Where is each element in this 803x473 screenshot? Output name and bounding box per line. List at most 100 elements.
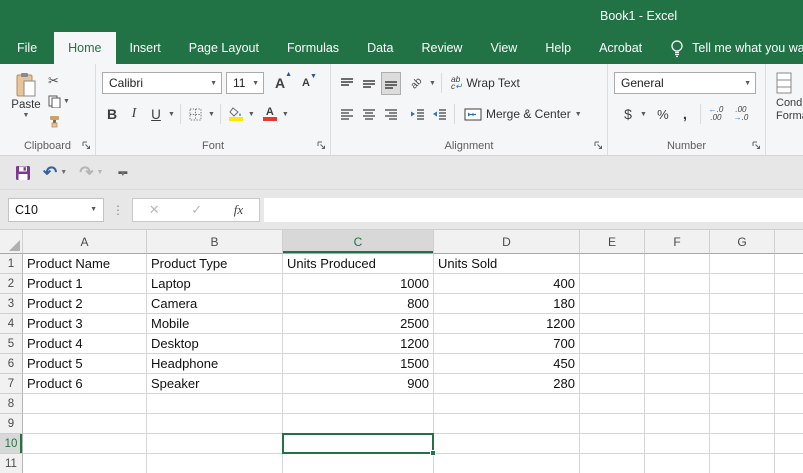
column-header-A[interactable]: A bbox=[23, 230, 147, 254]
cell-F5[interactable] bbox=[645, 334, 710, 354]
cell-D11[interactable] bbox=[434, 454, 580, 473]
cell-A2[interactable]: Product 1 bbox=[23, 274, 147, 294]
cell-A8[interactable] bbox=[23, 394, 147, 414]
increase-indent-button[interactable] bbox=[429, 103, 449, 126]
cell-C7[interactable]: 900 bbox=[283, 374, 434, 394]
comma-style-button[interactable]: , bbox=[675, 103, 695, 126]
cell-F8[interactable] bbox=[645, 394, 710, 414]
percent-style-button[interactable]: % bbox=[653, 103, 673, 126]
decrease-font-size-button[interactable]: A ▼ bbox=[296, 72, 316, 95]
clipboard-dialog-launcher-icon[interactable] bbox=[81, 140, 92, 151]
cell-E9[interactable] bbox=[580, 414, 645, 434]
row-header-8[interactable]: 8 bbox=[0, 394, 23, 414]
align-right-button[interactable] bbox=[381, 103, 401, 126]
enter-icon[interactable]: ✓ bbox=[191, 202, 202, 218]
cell-partial-7[interactable] bbox=[775, 374, 803, 394]
tab-acrobat[interactable]: Acrobat bbox=[585, 32, 656, 64]
italic-button[interactable]: I bbox=[124, 103, 144, 126]
cell-partial-5[interactable] bbox=[775, 334, 803, 354]
tab-data[interactable]: Data bbox=[353, 32, 407, 64]
decrease-indent-button[interactable] bbox=[407, 103, 427, 126]
cell-A7[interactable]: Product 6 bbox=[23, 374, 147, 394]
cell-B8[interactable] bbox=[147, 394, 283, 414]
cell-B10[interactable] bbox=[147, 434, 283, 454]
cell-E11[interactable] bbox=[580, 454, 645, 473]
cell-C10[interactable] bbox=[283, 434, 434, 454]
font-color-button[interactable]: A bbox=[260, 103, 280, 126]
font-size-combo[interactable]: 11 ▼ bbox=[226, 72, 264, 94]
row-header-7[interactable]: 7 bbox=[0, 374, 23, 394]
borders-button[interactable] bbox=[186, 103, 206, 126]
cell-partial-8[interactable] bbox=[775, 394, 803, 414]
tab-page-layout[interactable]: Page Layout bbox=[175, 32, 273, 64]
column-header-E[interactable]: E bbox=[580, 230, 645, 254]
cell-D4[interactable]: 1200 bbox=[434, 314, 580, 334]
cell-partial-11[interactable] bbox=[775, 454, 803, 473]
cell-D8[interactable] bbox=[434, 394, 580, 414]
tab-formulas[interactable]: Formulas bbox=[273, 32, 353, 64]
cell-G3[interactable] bbox=[710, 294, 775, 314]
tab-help[interactable]: Help bbox=[531, 32, 585, 64]
bold-button[interactable]: B bbox=[102, 103, 122, 126]
row-header-6[interactable]: 6 bbox=[0, 354, 23, 374]
tab-file[interactable]: File bbox=[0, 32, 54, 64]
cell-F4[interactable] bbox=[645, 314, 710, 334]
cell-G2[interactable] bbox=[710, 274, 775, 294]
redo-button[interactable]: ↷ ▼ bbox=[76, 161, 106, 185]
align-bottom-button[interactable] bbox=[381, 72, 401, 95]
cell-F11[interactable] bbox=[645, 454, 710, 473]
cell-A9[interactable] bbox=[23, 414, 147, 434]
align-center-button[interactable] bbox=[359, 103, 379, 126]
cell-partial-4[interactable] bbox=[775, 314, 803, 334]
tab-view[interactable]: View bbox=[476, 32, 531, 64]
cell-A5[interactable]: Product 4 bbox=[23, 334, 147, 354]
increase-decimal-button[interactable]: ←.0.00 bbox=[706, 103, 726, 126]
column-header-G[interactable]: G bbox=[710, 230, 775, 254]
number-format-combo[interactable]: General ▼ bbox=[614, 72, 756, 94]
cell-B4[interactable]: Mobile bbox=[147, 314, 283, 334]
cell-G6[interactable] bbox=[710, 354, 775, 374]
row-header-4[interactable]: 4 bbox=[0, 314, 23, 334]
tab-insert[interactable]: Insert bbox=[116, 32, 175, 64]
name-box[interactable]: C10 ▼ bbox=[8, 198, 104, 222]
cell-A3[interactable]: Product 2 bbox=[23, 294, 147, 314]
cut-button[interactable]: ✂ bbox=[48, 72, 70, 90]
cell-D9[interactable] bbox=[434, 414, 580, 434]
cell-E2[interactable] bbox=[580, 274, 645, 294]
tell-me-box[interactable]: Tell me what you want to bbox=[670, 32, 803, 64]
cell-G7[interactable] bbox=[710, 374, 775, 394]
cell-C1[interactable]: Units Produced bbox=[283, 254, 434, 274]
save-button[interactable] bbox=[12, 161, 34, 185]
row-header-1[interactable]: 1 bbox=[0, 254, 23, 274]
cell-G11[interactable] bbox=[710, 454, 775, 473]
align-left-button[interactable] bbox=[337, 103, 357, 126]
cell-partial-1[interactable] bbox=[775, 254, 803, 274]
row-header-2[interactable]: 2 bbox=[0, 274, 23, 294]
formula-input[interactable] bbox=[264, 198, 803, 222]
cell-C6[interactable]: 1500 bbox=[283, 354, 434, 374]
cell-D6[interactable]: 450 bbox=[434, 354, 580, 374]
insert-function-icon[interactable]: fx bbox=[234, 202, 243, 218]
merge-center-button[interactable]: Merge & Center ▼ bbox=[460, 103, 586, 126]
column-header-F[interactable]: F bbox=[645, 230, 710, 254]
cell-E8[interactable] bbox=[580, 394, 645, 414]
cell-A6[interactable]: Product 5 bbox=[23, 354, 147, 374]
copy-button[interactable]: ▼ bbox=[48, 92, 70, 110]
underline-button[interactable]: U bbox=[146, 103, 166, 126]
cell-D1[interactable]: Units Sold bbox=[434, 254, 580, 274]
cell-E5[interactable] bbox=[580, 334, 645, 354]
cell-partial-2[interactable] bbox=[775, 274, 803, 294]
alignment-dialog-launcher-icon[interactable] bbox=[593, 140, 604, 151]
cell-E1[interactable] bbox=[580, 254, 645, 274]
cell-C5[interactable]: 1200 bbox=[283, 334, 434, 354]
cell-B11[interactable] bbox=[147, 454, 283, 473]
cancel-icon[interactable]: ✕ bbox=[149, 202, 160, 218]
cell-G8[interactable] bbox=[710, 394, 775, 414]
cell-A4[interactable]: Product 3 bbox=[23, 314, 147, 334]
cell-A11[interactable] bbox=[23, 454, 147, 473]
increase-font-size-button[interactable]: A ▲ bbox=[270, 72, 290, 95]
cell-C11[interactable] bbox=[283, 454, 434, 473]
format-painter-button[interactable] bbox=[48, 112, 70, 130]
cell-G4[interactable] bbox=[710, 314, 775, 334]
select-all-corner[interactable] bbox=[0, 230, 23, 254]
